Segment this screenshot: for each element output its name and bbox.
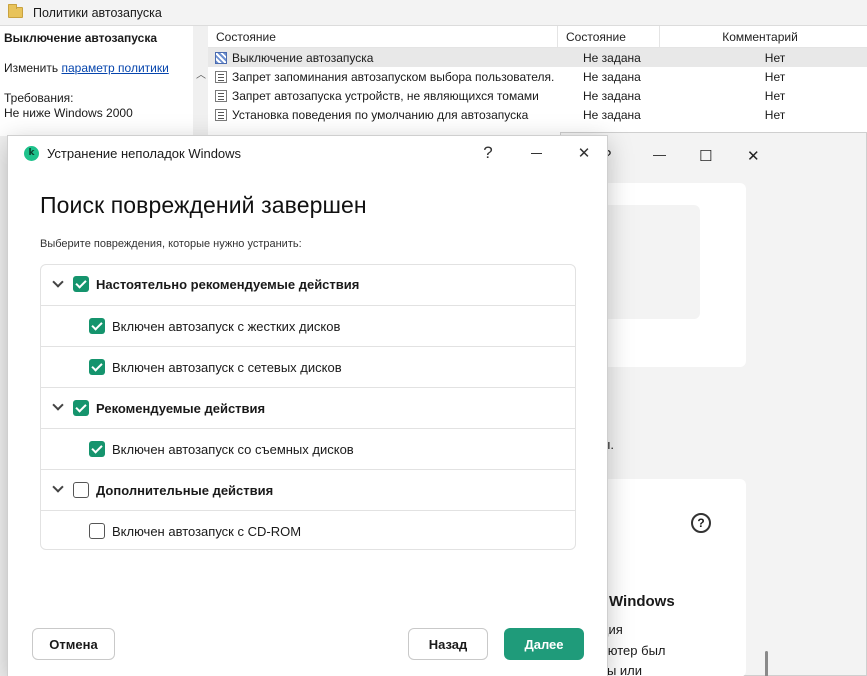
- issue-label: Включен автозапуск с CD-ROM: [112, 524, 302, 539]
- group-row-additional[interactable]: Дополнительные действия: [41, 470, 575, 511]
- background-text-fragment: Windows: [609, 593, 675, 610]
- chevron-down-icon[interactable]: [52, 277, 64, 289]
- requirements-value: Не ниже Windows 2000: [4, 106, 133, 120]
- policy-row-name: Запрет запоминания автозапуском выбора п…: [232, 69, 555, 84]
- maximize-icon[interactable]: ☐: [699, 147, 712, 165]
- dialog-title: Устранение неполадок Windows: [47, 145, 242, 161]
- policy-row-comment: Нет: [764, 88, 786, 103]
- edit-prefix: Изменить: [4, 61, 59, 75]
- scrollbar-thumb[interactable]: [765, 651, 768, 676]
- policy-row-state: Не задана: [583, 88, 641, 103]
- column-header-state[interactable]: Состояние: [558, 25, 660, 48]
- background-text-fragment: ьютер был: [601, 643, 666, 658]
- issue-row[interactable]: Включен автозапуск с жестких дисков: [41, 306, 575, 347]
- column-header-setting[interactable]: Состояние: [208, 25, 558, 48]
- policy-name: Выключение автозапуска: [4, 31, 157, 45]
- group-checkbox[interactable]: [73, 276, 89, 292]
- minimize-icon[interactable]: —: [653, 147, 666, 162]
- close-icon[interactable]: ✕: [564, 140, 604, 166]
- kaspersky-logo-icon: k: [24, 145, 39, 161]
- chevron-down-icon[interactable]: [52, 400, 64, 412]
- gp-description-pane: Выключение автозапуска Изменить параметр…: [0, 26, 193, 136]
- table-row[interactable]: Выключение автозапуска Не задана Нет: [208, 48, 867, 67]
- policy-row-state: Не задана: [583, 69, 641, 84]
- group-row-recommended[interactable]: Рекомендуемые действия: [41, 388, 575, 429]
- close-icon[interactable]: ✕: [747, 147, 760, 165]
- table-row[interactable]: Запрет автозапуска устройств, не являющи…: [208, 86, 867, 105]
- gp-window-title: Политики автозапуска: [33, 5, 162, 20]
- background-text-fragment: ты или: [601, 663, 643, 676]
- folder-icon: [8, 4, 23, 18]
- column-header-comment[interactable]: Комментарий: [660, 26, 860, 48]
- group-label: Дополнительные действия: [96, 483, 274, 498]
- table-header: Состояние Состояние Комментарий: [208, 25, 867, 48]
- policy-row-comment: Нет: [764, 50, 786, 65]
- help-icon[interactable]: ?: [468, 140, 508, 166]
- edit-policy-line: Изменить параметр политики: [4, 61, 189, 75]
- gp-window-titlebar: Политики автозапуска: [0, 0, 867, 26]
- troubleshooting-dialog: k Устранение неполадок Windows ? ✕ Поиск…: [8, 136, 607, 676]
- issues-list: Настоятельно рекомендуемые действия Вклю…: [40, 264, 576, 550]
- issue-label: Включен автозапуск с сетевых дисков: [112, 360, 342, 375]
- next-button[interactable]: Далее: [504, 628, 584, 660]
- cancel-button[interactable]: Отмена: [32, 628, 115, 660]
- policy-icon: [215, 51, 227, 64]
- issue-row[interactable]: Включен автозапуск с CD-ROM: [41, 511, 575, 549]
- page-subtitle: Выберите повреждения, которые нужно устр…: [40, 238, 302, 250]
- table-row[interactable]: Запрет запоминания автозапуском выбора п…: [208, 67, 867, 86]
- help-icon[interactable]: ?: [691, 513, 711, 533]
- gp-scrollbar[interactable]: ︿: [193, 62, 207, 136]
- issue-label: Включен автозапуск с жестких дисков: [112, 319, 341, 334]
- group-label: Рекомендуемые действия: [96, 401, 266, 416]
- policy-row-state: Не задана: [583, 50, 641, 65]
- issue-label: Включен автозапуск со съемных дисков: [112, 442, 354, 457]
- chevron-up-icon[interactable]: ︿: [196, 66, 206, 81]
- group-checkbox[interactable]: [73, 400, 89, 416]
- policy-row-name: Выключение автозапуска: [232, 50, 374, 65]
- edit-policy-link[interactable]: параметр политики: [61, 61, 168, 75]
- issue-checkbox[interactable]: [89, 359, 105, 375]
- back-button[interactable]: Назад: [408, 628, 488, 660]
- policy-row-comment: Нет: [764, 69, 786, 84]
- group-row-strongly-recommended[interactable]: Настоятельно рекомендуемые действия: [41, 265, 575, 306]
- issue-checkbox[interactable]: [89, 318, 105, 334]
- group-checkbox[interactable]: [73, 482, 89, 498]
- group-label: Настоятельно рекомендуемые действия: [96, 277, 360, 292]
- issue-checkbox[interactable]: [89, 523, 105, 539]
- issue-row[interactable]: Включен автозапуск с сетевых дисков: [41, 347, 575, 388]
- policy-icon: [215, 89, 227, 102]
- policy-row-state: Не задана: [583, 107, 641, 122]
- policy-row-name: Запрет автозапуска устройств, не являющи…: [232, 88, 539, 103]
- policy-icon: [215, 70, 227, 83]
- policy-row-name: Установка поведения по умолчанию для авт…: [232, 107, 529, 122]
- page-title: Поиск повреждений завершен: [40, 192, 367, 218]
- requirements-label: Требования:: [4, 91, 74, 105]
- gp-policy-table: Состояние Состояние Комментарий Выключен…: [208, 25, 867, 136]
- chevron-down-icon[interactable]: [52, 482, 64, 494]
- policy-icon: [215, 108, 227, 121]
- policy-row-comment: Нет: [764, 107, 786, 122]
- minimize-icon[interactable]: [516, 140, 556, 166]
- issue-checkbox[interactable]: [89, 441, 105, 457]
- issue-row[interactable]: Включен автозапуск со съемных дисков: [41, 429, 575, 470]
- table-row[interactable]: Установка поведения по умолчанию для авт…: [208, 105, 867, 124]
